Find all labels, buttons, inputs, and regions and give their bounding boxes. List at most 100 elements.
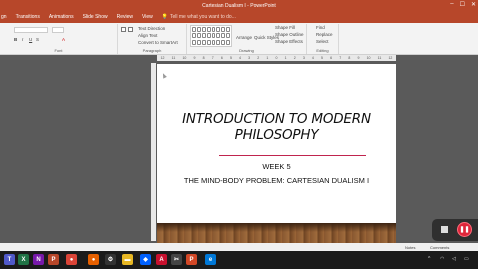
arrange-button[interactable]: Arrange [236,35,252,40]
select-button[interactable]: Select [316,39,329,44]
powerpoint-icon[interactable]: P [48,254,59,265]
ruler-tick: 10 [182,56,187,60]
window-title: Cartesian Dualism I - PowerPoint [202,3,276,9]
drawing-group-label: Drawing [239,48,254,53]
ruler-tick: 7 [211,56,214,60]
shape-effects-button[interactable]: Shape Effects [275,39,303,44]
status-bar: Notes Comments [0,243,478,251]
onenote-icon[interactable]: N [33,254,44,265]
pause-icon[interactable]: ❚❚ [457,222,472,237]
maximize-icon[interactable]: ☐ [460,1,465,8]
title-divider [219,155,366,156]
comments-button[interactable]: Comments [430,245,449,250]
ruler-tick: 4 [311,56,314,60]
ruler-tick: 2 [257,56,260,60]
teams-icon[interactable]: T [4,254,15,265]
close-icon[interactable]: ✕ [471,1,476,8]
numbering-icon[interactable] [128,27,133,32]
ruler-tick: 6 [330,56,333,60]
replace-button[interactable]: Replace [316,32,333,37]
bullets-icon[interactable] [121,27,126,32]
convert-smartart-button[interactable]: Convert to SmartArt [138,40,178,45]
ruler-tick: 5 [229,56,232,60]
horizontal-ruler: 12 11 10 9 8 7 6 5 4 3 2 1 0 1 2 3 4 5 6 7 8 9 10 11 12 [157,55,396,61]
ribbon: B I U S A Font Text Direction Align Text… [0,23,478,55]
vertical-ruler [151,63,156,241]
tab-design[interactable]: gn [1,14,7,20]
powerpoint-2-icon[interactable]: P [186,254,197,265]
ruler-tick: 0 [275,56,278,60]
align-text-button[interactable]: Align Text [138,33,157,38]
tell-me-text: Tell me what you want to do... [169,14,236,20]
edge-icon[interactable]: e [205,254,216,265]
text-direction-button[interactable]: Text Direction [138,26,165,31]
paragraph-group-label: Paragraph [142,48,162,53]
ruler-tick: 9 [193,56,196,60]
shape-outline-button[interactable]: Shape Outline [275,32,304,37]
ruler-tick: 8 [348,56,351,60]
ruler-tick: 4 [239,56,241,60]
taskbar: ^ ◠ ◁ ▭ T X N P ● ● ⚙ ▬ ◆ A ✂ Pe [0,251,478,269]
acrobat-icon[interactable]: A [156,254,167,265]
shadow-icon[interactable]: S [36,37,39,42]
slide-workspace: 12 11 10 9 8 7 6 5 4 3 2 1 0 1 2 3 4 5 6 7 8 9 10 11 12 INTRODUC… [0,55,478,243]
notification-icon[interactable]: ▭ [464,256,469,262]
underline-icon[interactable]: U [29,37,32,42]
shapes-gallery[interactable] [190,25,232,47]
stop-icon[interactable] [441,226,448,233]
font-group-label: Font [54,48,63,53]
ruler-tick: 11 [377,56,382,60]
screen-recorder-widget: ❚❚ [432,219,478,241]
find-button[interactable]: Find [316,25,325,30]
tab-transitions[interactable]: Transitions [16,14,40,20]
ruler-tick: 3 [248,56,251,60]
tab-animations[interactable]: Animations [49,14,74,20]
slide-week[interactable]: WEEK 5 [157,162,396,171]
ruler-tick: 6 [220,56,223,60]
ruler-tick: 9 [357,56,360,60]
excel-icon[interactable]: X [18,254,29,265]
slide-subtitle[interactable]: THE MIND-BODY PROBLEM: CARTESIAN DUALISM… [157,176,396,185]
ruler-tick: 8 [202,56,205,60]
lightbulb-icon: 💡 [161,14,168,20]
editing-group: Find Replace Select Editing [307,24,339,54]
font-group: B I U S A Font [0,24,118,54]
wood-floor-image [157,223,396,243]
window-controls: – ☐ ✕ [450,1,476,8]
tray-chevron-icon[interactable]: ^ [428,256,430,262]
wifi-icon[interactable]: ◠ [440,256,444,262]
slide-canvas[interactable]: INTRODUCTION TO MODERN PHILOSOPHY WEEK 5… [157,64,396,243]
file-explorer-icon[interactable]: ▬ [122,254,133,265]
ruler-tick: 1 [284,56,287,60]
tell-me-box[interactable]: 💡 Tell me what you want to do... [162,14,236,20]
snipping-icon[interactable]: ✂ [171,254,182,265]
tab-slide-show[interactable]: Slide Show [83,14,108,20]
editing-group-label: Editing [316,48,329,53]
settings-icon[interactable]: ⚙ [105,254,116,265]
dropbox-icon[interactable]: ◆ [140,254,151,265]
chrome-icon[interactable]: ● [66,254,77,265]
notes-button[interactable]: Notes [405,245,415,250]
title-bar: Cartesian Dualism I - PowerPoint – ☐ ✕ [0,0,478,11]
ruler-tick: 11 [171,56,176,60]
ruler-tick: 3 [302,56,305,60]
ruler-tick: 10 [366,56,371,60]
ruler-tick: 2 [293,56,296,60]
ruler-tick: 12 [388,56,393,60]
firefox-icon[interactable]: ● [88,254,99,265]
shape-fill-button[interactable]: Shape Fill [275,25,295,30]
volume-icon[interactable]: ◁ [452,256,456,262]
tab-view[interactable]: View [142,14,153,20]
font-size-dropdown[interactable] [52,27,64,33]
slide-title[interactable]: INTRODUCTION TO MODERN PHILOSOPHY [157,111,396,143]
paragraph-group: Text Direction Align Text Convert to Sma… [118,24,187,54]
font-name-dropdown[interactable] [14,27,48,33]
font-color-icon[interactable]: A [62,37,65,42]
tab-review[interactable]: Review [117,14,133,20]
ruler-tick: 1 [266,56,269,60]
minimize-icon[interactable]: – [450,1,453,8]
ruler-tick: 7 [339,56,342,60]
bold-icon[interactable]: B [14,37,17,42]
italic-icon[interactable]: I [22,37,23,42]
ribbon-tabs: gn Transitions Animations Slide Show Rev… [0,11,478,23]
